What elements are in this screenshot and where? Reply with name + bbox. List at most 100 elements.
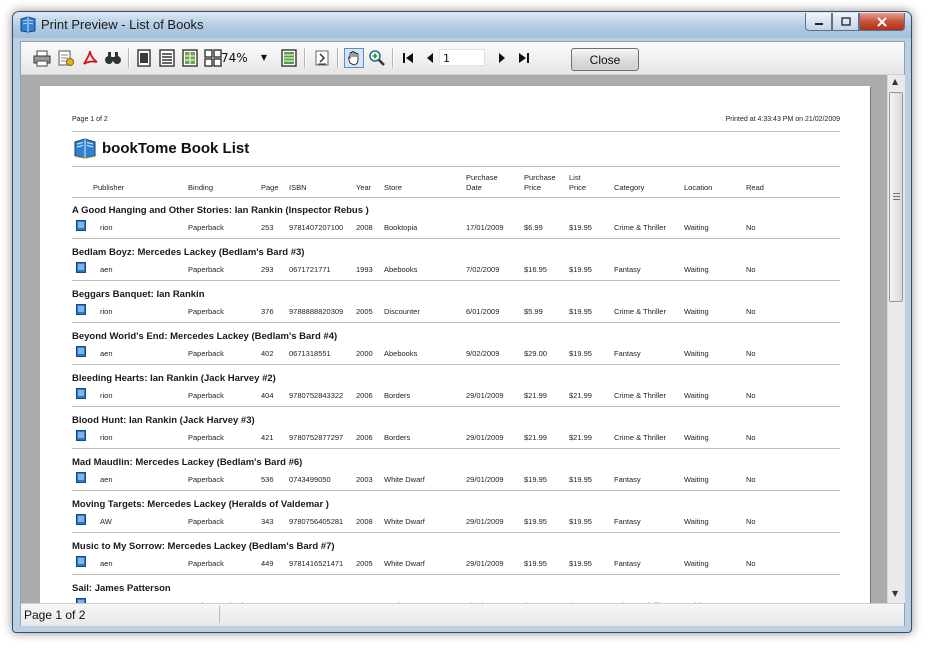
- three-page-icon[interactable]: [181, 49, 199, 67]
- printer-icon[interactable]: [33, 49, 51, 67]
- single-page-icon[interactable]: [135, 49, 153, 67]
- scroll-up-icon[interactable]: ▲: [892, 77, 898, 86]
- book-publisher: rion: [100, 307, 113, 316]
- book-title: Beyond World's End: Mercedes Lackey (Bed…: [72, 331, 338, 342]
- book-year: 1993: [356, 265, 373, 274]
- book-publisher: AW: [100, 517, 112, 526]
- client-area: 74% ▼ 1 Close Page 1 of 2 Printed at 4:3…: [20, 41, 905, 626]
- column-header-binding: Binding: [188, 183, 214, 192]
- column-header-isbn: ISBN: [289, 183, 307, 192]
- book-category: Fantasy: [614, 265, 641, 274]
- divider: [72, 364, 840, 365]
- book-publisher: rion: [100, 391, 113, 400]
- maximize-button[interactable]: [832, 13, 859, 31]
- zoom-select[interactable]: 74% ▼: [221, 49, 269, 67]
- book-binding: Paperback: [188, 433, 224, 442]
- book-icon: [76, 430, 86, 441]
- export-icon[interactable]: [313, 49, 331, 67]
- book-list-price: $21.99: [569, 391, 592, 400]
- book-isbn: 9780756405281: [289, 517, 344, 526]
- book-icon: [76, 388, 86, 399]
- book-location: Waiting: [684, 265, 709, 274]
- next-page-icon[interactable]: [493, 49, 511, 67]
- book-isbn: 0671318551: [289, 349, 331, 358]
- book-category: Fantasy: [614, 517, 641, 526]
- close-button[interactable]: Close: [571, 48, 639, 71]
- divider: [72, 322, 840, 323]
- book-pages: 421: [261, 433, 274, 442]
- preview-viewport[interactable]: Page 1 of 2 Printed at 4:33:43 PM on 21/…: [21, 75, 887, 603]
- book-isbn: 9788888820309: [289, 307, 344, 316]
- book-publisher: aen: [100, 349, 113, 358]
- book-read: No: [746, 517, 756, 526]
- window-close-button[interactable]: [859, 13, 905, 31]
- page-width-icon[interactable]: [280, 49, 298, 67]
- column-header-year: Year: [356, 183, 372, 192]
- maximize-icon: [840, 17, 851, 26]
- page-number-input[interactable]: 1: [439, 49, 485, 66]
- book-category: Crime & Thriller: [614, 391, 666, 400]
- find-icon[interactable]: [104, 49, 122, 67]
- book-list-price: $19.95: [569, 517, 592, 526]
- status-bar: Page 1 of 2: [21, 603, 904, 626]
- last-page-icon[interactable]: [515, 49, 533, 67]
- book-year: 2008: [356, 517, 373, 526]
- divider: [72, 280, 840, 281]
- pdf-icon[interactable]: [81, 49, 99, 67]
- four-page-icon[interactable]: [204, 49, 222, 67]
- book-list-price: $21.99: [569, 433, 592, 442]
- zoom-in-icon[interactable]: [368, 49, 386, 67]
- book-category: Crime & Thriller: [614, 433, 666, 442]
- book-list-price: $19.95: [569, 265, 592, 274]
- hand-tool-icon[interactable]: [344, 48, 364, 68]
- book-binding: Paperback: [188, 307, 224, 316]
- book-store: Abebooks: [384, 349, 418, 358]
- book-purchase-price: $21.99: [524, 433, 547, 442]
- book-year: 2006: [356, 391, 373, 400]
- book-location: Waiting: [684, 391, 709, 400]
- book-read: No: [746, 307, 756, 316]
- book-pages: 343: [261, 517, 274, 526]
- scroll-down-icon[interactable]: ▼: [892, 589, 898, 598]
- book-isbn: 0671721771: [289, 265, 331, 274]
- book-list-price: $19.95: [569, 559, 592, 568]
- book-publisher: aen: [100, 559, 113, 568]
- book-purchase-price: $21.99: [524, 391, 547, 400]
- book-year: 2005: [356, 559, 373, 568]
- book-purchase-date: 17/01/2009: [466, 223, 504, 232]
- book-read: No: [746, 223, 756, 232]
- divider: [72, 197, 840, 198]
- book-purchase-price: $16.95: [524, 265, 547, 274]
- book-binding: Paperback: [188, 559, 224, 568]
- book-location: Waiting: [684, 517, 709, 526]
- book-binding: Paperback: [188, 349, 224, 358]
- book-isbn: 0743499050: [289, 475, 331, 484]
- first-page-icon[interactable]: [399, 49, 417, 67]
- book-read: No: [746, 475, 756, 484]
- book-purchase-date: 7/02/2009: [466, 265, 500, 274]
- book-category: Crime & Thriller: [614, 307, 666, 316]
- zoom-value: 74%: [221, 51, 248, 65]
- book-pages: 536: [261, 475, 274, 484]
- prev-page-icon[interactable]: [421, 49, 439, 67]
- book-publisher: rion: [100, 223, 113, 232]
- book-list-price: $19.95: [569, 349, 592, 358]
- book-pages: 293: [261, 265, 274, 274]
- book-store: White Dwarf: [384, 559, 425, 568]
- column-header-store: Store: [384, 183, 402, 192]
- book-isbn: 9780752877297: [289, 433, 344, 442]
- scrollbar-thumb[interactable]: [889, 92, 903, 302]
- book-year: 2008: [356, 223, 373, 232]
- two-page-icon[interactable]: [158, 49, 176, 67]
- title-bar[interactable]: Print Preview - List of Books: [13, 12, 911, 38]
- book-isbn: 9781416521471: [289, 559, 344, 568]
- book-title: Bleeding Hearts: Ian Rankin (Jack Harvey…: [72, 373, 276, 384]
- book-read: No: [746, 349, 756, 358]
- vertical-scrollbar[interactable]: ▲ ▼: [887, 75, 905, 603]
- report-logo-icon: [74, 138, 96, 159]
- page-setup-icon[interactable]: [57, 49, 75, 67]
- column-header-category: Category: [614, 183, 645, 192]
- book-purchase-date: 29/01/2009: [466, 475, 504, 484]
- book-store: Discounter: [384, 307, 420, 316]
- minimize-button[interactable]: [805, 13, 832, 31]
